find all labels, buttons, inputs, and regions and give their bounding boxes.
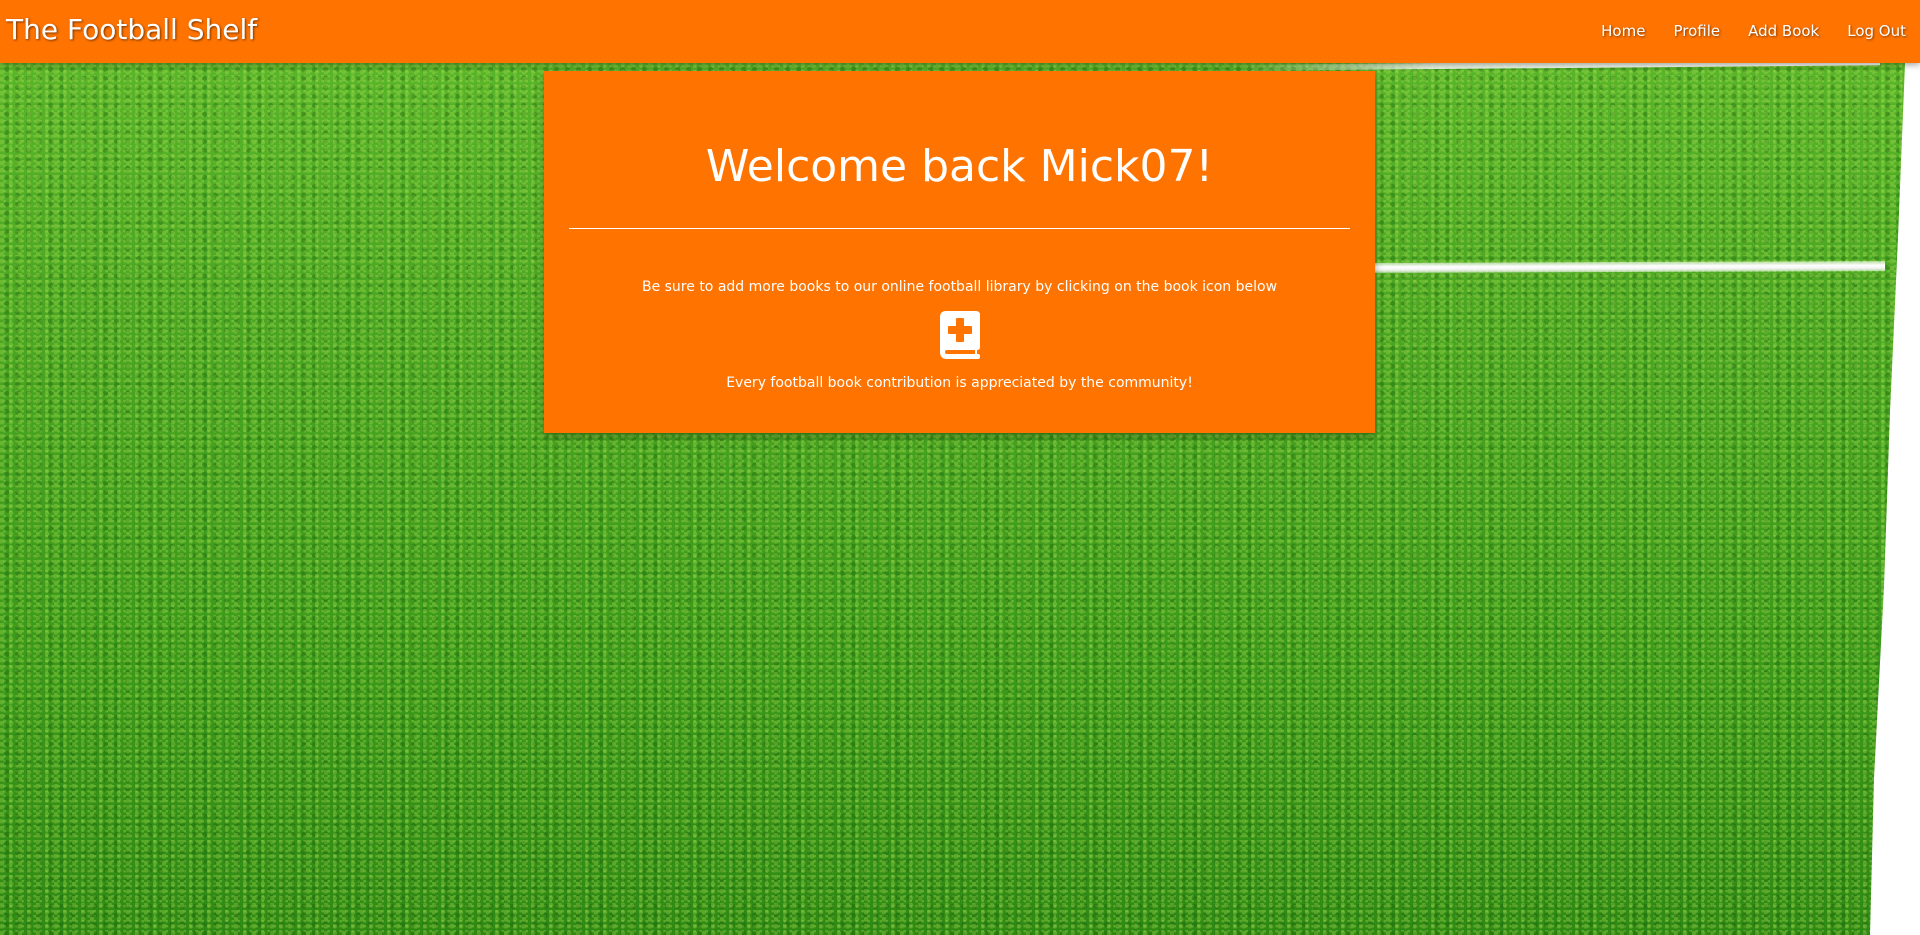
nav-add-book-link[interactable]: Add Book [1748,22,1819,40]
nav-home-link[interactable]: Home [1601,22,1645,40]
welcome-card: Welcome back Mick07! Be sure to add more… [544,71,1375,433]
divider [569,228,1350,229]
book-medical-icon[interactable] [940,311,980,359]
add-books-message: Be sure to add more books to our online … [641,279,1278,295]
nav-profile-link[interactable]: Profile [1673,22,1720,40]
pitch-line [1375,261,1885,273]
navbar: The Football Shelf Home Profile Add Book… [0,0,1920,63]
nav-links: Home Profile Add Book Log Out [1573,22,1906,40]
nav-logout-link[interactable]: Log Out [1847,22,1906,40]
book-medical-icon-graphic [940,311,980,359]
community-thanks-message: Every football book contribution is appr… [726,375,1193,391]
welcome-heading: Welcome back Mick07! [705,141,1214,192]
brand-logo[interactable]: The Football Shelf [6,13,257,46]
pitch-sideline [1870,63,1920,935]
